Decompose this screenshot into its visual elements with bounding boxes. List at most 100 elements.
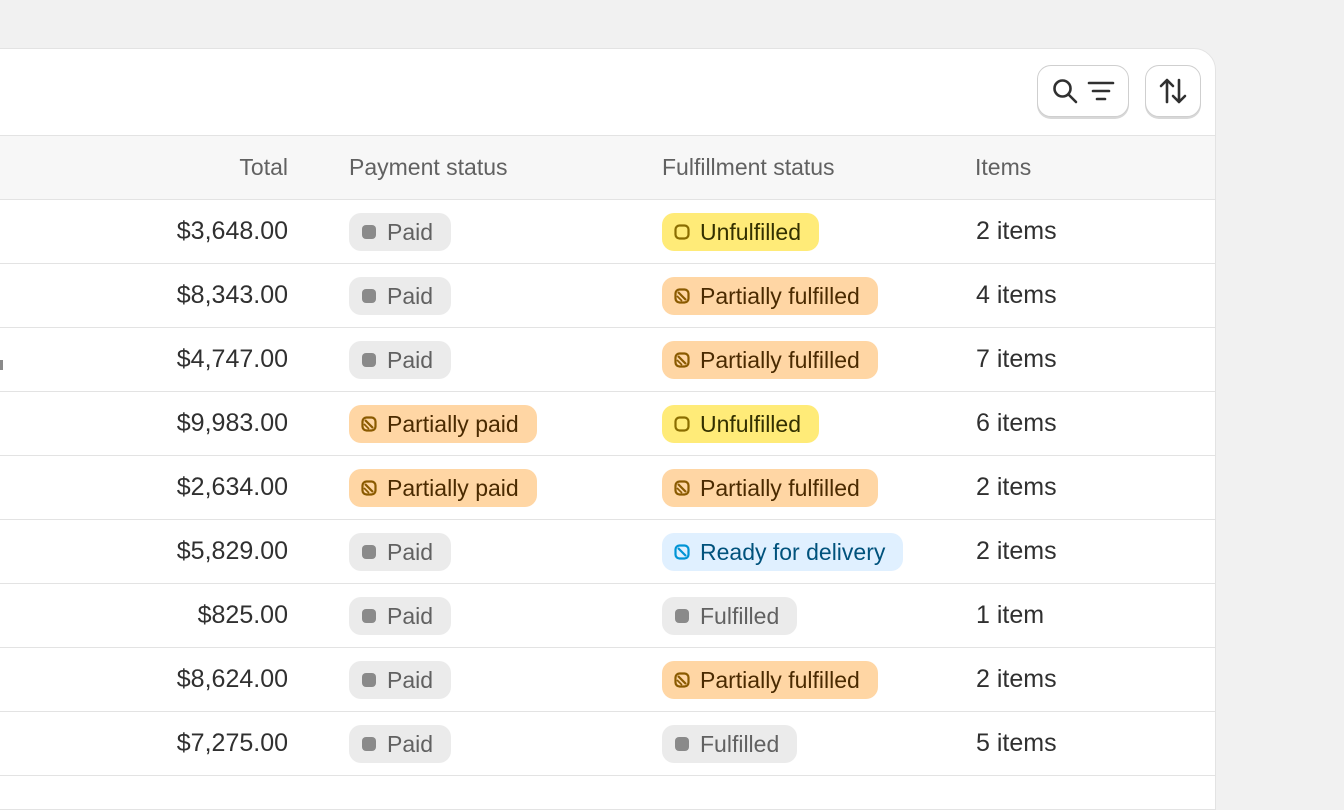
table-row[interactable]: $9,983.00 Partially paid Unfulfilled 6 item… [0,392,1215,456]
order-total: $825.00 [197,601,288,629]
sort-button[interactable] [1145,65,1201,117]
payment-status-cell: Paid [349,533,452,571]
status-dot-icon [361,347,377,374]
table-body: $3,648.00 Paid Unfulfilled 2 items $8,343.00… [0,200,1215,776]
unfulfilled-icon [674,219,690,246]
fulfillment-status-cell: Partially fulfilled [662,341,878,379]
payment-status-cell: Paid [349,277,452,315]
items-count: 4 items [976,281,1057,309]
fulfillment-status-cell: Ready for delivery [662,533,904,571]
items-count: 2 items [976,473,1057,501]
status-dot-icon [361,539,377,566]
partial-icon [674,347,690,374]
table-row[interactable]: $4,747.00 Paid Partially fulfilled 7 items [0,328,1215,392]
partial-icon [361,475,377,502]
column-header-payment-status[interactable]: Payment status [349,136,508,199]
fulfillment-status-badge: Partially fulfilled [662,341,878,379]
sort-icon [1158,76,1188,106]
payment-status-label: Paid [387,346,434,373]
payment-status-label: Partially paid [387,410,519,437]
fulfillment-status-cell: Partially fulfilled [662,661,878,699]
fulfillment-status-label: Fulfilled [700,730,780,757]
table-row[interactable]: $5,829.00 Paid Ready for delivery 2 items [0,520,1215,584]
items-count: 7 items [976,345,1057,373]
fulfillment-status-badge: Fulfilled [662,725,798,763]
items-count: 6 items [976,409,1057,437]
payment-status-cell: Paid [349,213,452,251]
fulfillment-status-badge: Partially fulfilled [662,661,878,699]
fulfillment-status-label: Unfulfilled [700,410,801,437]
ready-icon [674,539,690,566]
order-total: $2,634.00 [176,473,288,501]
payment-status-cell: Paid [349,597,452,635]
fulfillment-status-cell: Fulfilled [662,725,798,763]
fulfillment-status-label: Partially fulfilled [700,282,860,309]
order-total: $7,275.00 [176,729,288,757]
status-dot-icon [361,603,377,630]
table-row[interactable]: $2,634.00 Partially paid Partially fulfill… [0,456,1215,520]
status-dot-icon [361,219,377,246]
payment-status-badge: Paid [349,597,452,635]
fulfillment-status-badge: Ready for delivery [662,533,904,571]
unfulfilled-icon [674,411,690,438]
order-total: $8,624.00 [176,665,288,693]
status-dot-icon [361,731,377,758]
items-count: 1 item [976,601,1045,629]
partial-icon [361,411,377,438]
fulfillment-status-label: Unfulfilled [700,218,801,245]
payment-status-badge: Paid [349,725,452,763]
fulfillment-status-badge: Partially fulfilled [662,277,878,315]
partial-icon [674,283,690,310]
payment-status-badge: Paid [349,661,452,699]
status-dot-icon [674,603,690,630]
table-row[interactable]: $825.00 Paid Fulfilled 1 item [0,584,1215,648]
search-icon [1051,77,1079,105]
items-count: 2 items [976,537,1057,565]
payment-status-cell: Paid [349,341,452,379]
order-total: $9,983.00 [176,409,288,437]
partial-icon [674,667,690,694]
fulfillment-status-cell: Unfulfilled [662,213,819,251]
fulfillment-status-badge: Fulfilled [662,597,798,635]
fulfillment-status-cell: Unfulfilled [662,405,819,443]
fulfillment-status-label: Partially fulfilled [700,474,860,501]
fulfillment-status-cell: Fulfilled [662,597,798,635]
items-count: 5 items [976,729,1057,757]
status-dot-icon [361,283,377,310]
items-count: 2 items [976,217,1057,245]
payment-status-badge: Paid [349,341,452,379]
status-dot-icon [361,667,377,694]
column-header-items[interactable]: Items [975,136,1031,199]
payment-status-label: Paid [387,218,434,245]
fulfillment-status-badge: Partially fulfilled [662,469,878,507]
filter-icon [1087,79,1115,103]
payment-status-badge: Partially paid [349,469,537,507]
payment-status-cell: Partially paid [349,469,537,507]
payment-status-cell: Paid [349,725,452,763]
partial-icon [674,475,690,502]
order-total: $8,343.00 [176,281,288,309]
table-row[interactable]: $3,648.00 Paid Unfulfilled 2 items [0,200,1215,264]
fulfillment-status-label: Partially fulfilled [700,346,860,373]
table-row[interactable]: $7,275.00 Paid Fulfilled 5 items [0,712,1215,776]
payment-status-badge: Partially paid [349,405,537,443]
search-filter-button[interactable] [1037,65,1129,117]
payment-status-badge: Paid [349,533,452,571]
orders-table-card: Total Payment status Fulfillment status … [0,48,1216,810]
payment-status-label: Paid [387,538,434,565]
table-row[interactable]: $8,624.00 Paid Partially fulfilled 2 items [0,648,1215,712]
fulfillment-status-label: Fulfilled [700,602,780,629]
row-checkbox-edge [0,360,3,370]
column-header-total[interactable]: Total [239,136,288,199]
status-dot-icon [674,731,690,758]
column-header-fulfillment-status[interactable]: Fulfillment status [662,136,835,199]
order-total: $3,648.00 [176,217,288,245]
fulfillment-status-label: Ready for delivery [700,538,886,565]
fulfillment-status-badge: Unfulfilled [662,213,819,251]
items-count: 2 items [976,665,1057,693]
payment-status-label: Paid [387,730,434,757]
table-toolbar [0,49,1215,136]
fulfillment-status-cell: Partially fulfilled [662,277,878,315]
payment-status-label: Paid [387,666,434,693]
table-row[interactable]: $8,343.00 Paid Partially fulfilled 4 items [0,264,1215,328]
